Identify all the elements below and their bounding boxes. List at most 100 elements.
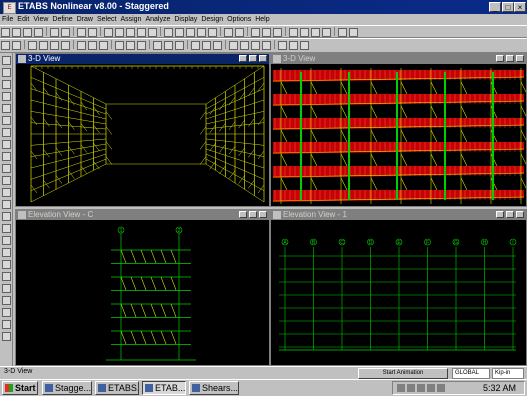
- pane-elevation-c[interactable]: Elevation View - C 12: [15, 209, 270, 366]
- draw-frame-icon[interactable]: [2, 80, 11, 89]
- display-options-icon[interactable]: [262, 28, 271, 37]
- show-deformed-icon[interactable]: [289, 28, 298, 37]
- draw-poly-icon[interactable]: [2, 128, 11, 137]
- draw-ref-icon[interactable]: [2, 188, 11, 197]
- reshape-icon[interactable]: [12, 41, 21, 50]
- menu-view[interactable]: View: [31, 14, 50, 25]
- pan-icon[interactable]: [148, 28, 157, 37]
- menu-help[interactable]: Help: [253, 14, 271, 25]
- menu-options[interactable]: Options: [225, 14, 253, 25]
- snap-icon[interactable]: [251, 41, 260, 50]
- menu-display[interactable]: Display: [172, 14, 199, 25]
- up-arrow-icon[interactable]: [224, 28, 233, 37]
- task-etabs-2[interactable]: ETAB...: [142, 381, 186, 395]
- pane-3d-view-1[interactable]: 3-D View: [15, 53, 270, 207]
- assign-loads-icon[interactable]: [191, 41, 200, 50]
- snap-midpoint-icon[interactable]: [262, 41, 271, 50]
- etabs-app-icon[interactable]: E: [3, 2, 16, 14]
- draw-area-icon[interactable]: [2, 116, 11, 125]
- select-all-icon[interactable]: [115, 41, 124, 50]
- design-icon[interactable]: [311, 28, 320, 37]
- perspective-icon[interactable]: [208, 28, 217, 37]
- print-icon[interactable]: [34, 28, 43, 37]
- clear-selection-icon[interactable]: [137, 41, 146, 50]
- draw-column-icon[interactable]: [39, 41, 48, 50]
- elevation-view-icon[interactable]: [186, 28, 195, 37]
- menu-draw[interactable]: Draw: [75, 14, 95, 25]
- show-forces-icon[interactable]: [300, 28, 309, 37]
- select-intersect-icon[interactable]: [2, 212, 11, 221]
- pane-close-button[interactable]: [259, 211, 267, 218]
- draw-brace-icon[interactable]: [61, 41, 70, 50]
- select-previous-icon[interactable]: [126, 41, 135, 50]
- output-icon[interactable]: [289, 41, 298, 50]
- task-shears[interactable]: Shears...: [189, 381, 239, 395]
- deselect-icon[interactable]: [2, 224, 11, 233]
- task-staggered[interactable]: Stagge...: [42, 381, 92, 395]
- pane-close-button[interactable]: [516, 55, 524, 62]
- snap-int-icon[interactable]: [2, 260, 11, 269]
- redo-icon[interactable]: [61, 28, 70, 37]
- assign-shell-icon[interactable]: [175, 41, 184, 50]
- pane-close-button[interactable]: [259, 55, 267, 62]
- lightning-icon[interactable]: [322, 28, 331, 37]
- zoom-window-icon[interactable]: [126, 28, 135, 37]
- draw-opening-icon[interactable]: [2, 152, 11, 161]
- pane-minimize-button[interactable]: [496, 211, 504, 218]
- draw-wall-icon[interactable]: [99, 41, 108, 50]
- chart-icon[interactable]: [300, 41, 309, 50]
- tray-icon[interactable]: [427, 384, 435, 392]
- pane-maximize-button[interactable]: [249, 211, 257, 218]
- task-etabs-1[interactable]: ETABS...: [95, 381, 139, 395]
- coord-system-select[interactable]: GLOBAL: [452, 368, 490, 379]
- run-analysis-icon[interactable]: [88, 28, 97, 37]
- undo-icon[interactable]: [50, 28, 59, 37]
- draw-wall-icon[interactable]: [2, 140, 11, 149]
- display-table-icon[interactable]: [278, 41, 287, 50]
- pointer-icon[interactable]: [1, 41, 10, 50]
- elevation-1-canvas[interactable]: A B C D E F G H I: [271, 220, 526, 365]
- grid-icon[interactable]: [349, 28, 358, 37]
- assign-joint-icon[interactable]: [153, 41, 162, 50]
- menu-design[interactable]: Design: [199, 14, 225, 25]
- start-button[interactable]: Start: [2, 381, 38, 395]
- pane-3d-view-2[interactable]: 3-D View: [270, 53, 527, 207]
- dimension-icon[interactable]: [229, 41, 238, 50]
- plan-view-icon[interactable]: [175, 28, 184, 37]
- start-animation-button[interactable]: Start Animation: [358, 368, 448, 379]
- snap-end-icon[interactable]: [2, 236, 11, 245]
- object-shrink-icon[interactable]: [251, 28, 260, 37]
- assign-restraint-icon[interactable]: [202, 41, 211, 50]
- menu-analyze[interactable]: Analyze: [143, 14, 172, 25]
- draw-area-icon[interactable]: [77, 41, 86, 50]
- open-file-icon[interactable]: [12, 28, 21, 37]
- pane-minimize-button[interactable]: [239, 211, 247, 218]
- menu-assign[interactable]: Assign: [118, 14, 143, 25]
- draw-quick-line-icon[interactable]: [2, 104, 11, 113]
- draw-dim-icon[interactable]: [2, 176, 11, 185]
- speaker-icon[interactable]: [437, 384, 445, 392]
- close-button[interactable]: ×: [514, 2, 526, 12]
- tray-icon[interactable]: [407, 384, 415, 392]
- draw-rectangle-icon[interactable]: [88, 41, 97, 50]
- section-cut-icon[interactable]: [213, 41, 222, 50]
- 3d-extruded-canvas[interactable]: [271, 64, 526, 206]
- properties-icon[interactable]: [338, 28, 347, 37]
- units-select[interactable]: Kip-in: [492, 368, 524, 379]
- draw-line-icon[interactable]: [28, 41, 37, 50]
- snap-grid-icon[interactable]: [2, 284, 11, 293]
- zoom-fit-icon[interactable]: [137, 28, 146, 37]
- snap-mid-icon[interactable]: [2, 248, 11, 257]
- rotate-icon[interactable]: [197, 28, 206, 37]
- down-arrow-icon[interactable]: [235, 28, 244, 37]
- lock-icon[interactable]: [77, 28, 86, 37]
- save-icon[interactable]: [23, 28, 32, 37]
- select-window-icon[interactable]: [2, 200, 11, 209]
- pane-close-button[interactable]: [516, 211, 524, 218]
- select-pointer-icon[interactable]: [2, 56, 11, 65]
- draw-rect-icon[interactable]: [2, 164, 11, 173]
- draw-point-icon[interactable]: [2, 68, 11, 77]
- draw-line-icon[interactable]: [2, 92, 11, 101]
- menu-define[interactable]: Define: [50, 14, 74, 25]
- menu-file[interactable]: File: [0, 14, 15, 25]
